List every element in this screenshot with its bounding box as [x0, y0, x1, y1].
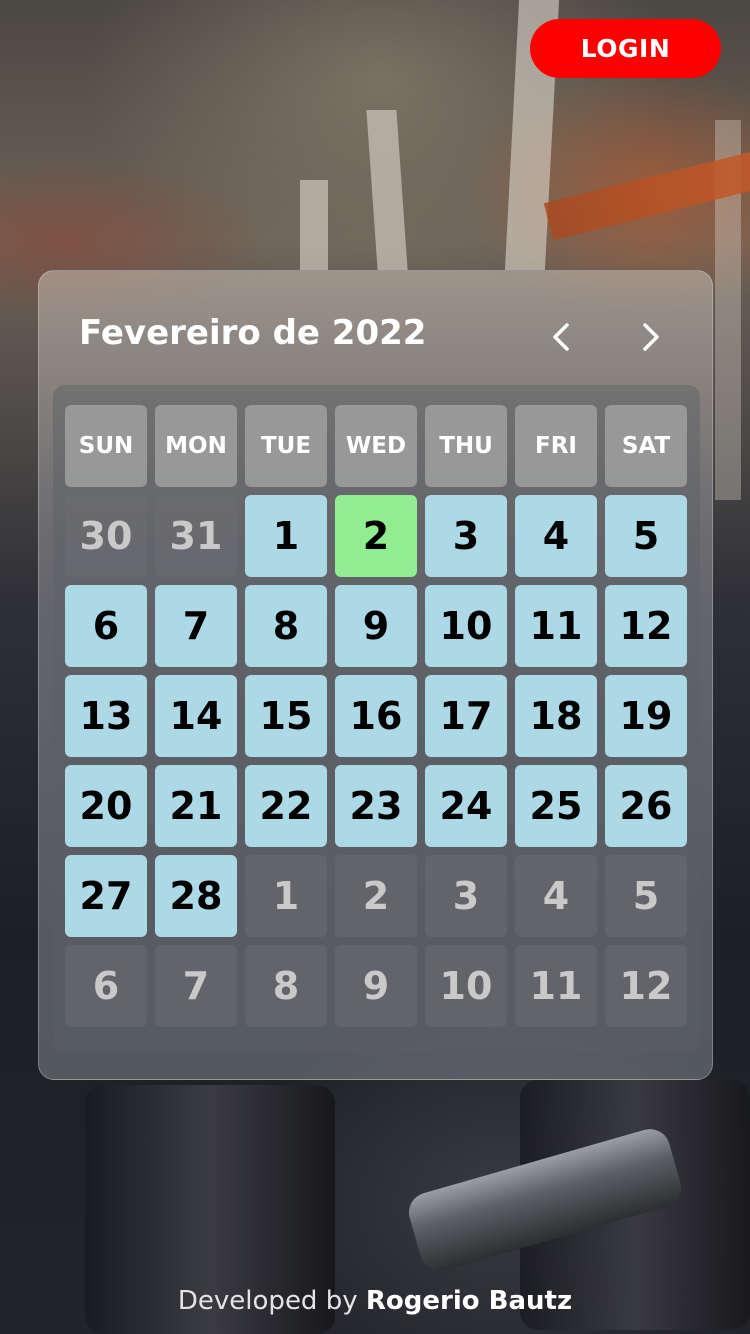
day-cell[interactable]: 23 [335, 765, 417, 847]
day-cell[interactable]: 17 [425, 675, 507, 757]
day-cell[interactable]: 13 [65, 675, 147, 757]
background-light-strip [300, 180, 328, 270]
weekday-header: TUE [245, 405, 327, 487]
weekday-header: SAT [605, 405, 687, 487]
day-cell-outside-month[interactable]: 31 [155, 495, 237, 577]
day-cell[interactable]: 3 [425, 495, 507, 577]
day-cell[interactable]: 4 [515, 495, 597, 577]
day-cell-outside-month[interactable]: 1 [245, 855, 327, 937]
next-month-button[interactable] [631, 315, 671, 359]
day-cell-outside-month[interactable]: 11 [515, 945, 597, 1027]
day-cell-outside-month[interactable]: 12 [605, 945, 687, 1027]
day-cell[interactable]: 14 [155, 675, 237, 757]
day-cell-outside-month[interactable]: 7 [155, 945, 237, 1027]
background-light-strip [366, 110, 408, 270]
day-cell[interactable]: 8 [245, 585, 327, 667]
chevron-right-icon [643, 323, 659, 351]
day-cell-outside-month[interactable]: 10 [425, 945, 507, 1027]
day-cell[interactable]: 16 [335, 675, 417, 757]
day-cell[interactable]: 28 [155, 855, 237, 937]
day-cell[interactable]: 10 [425, 585, 507, 667]
calendar-card: Fevereiro de 2022 SUN MON TUE WED THU FR… [38, 270, 713, 1080]
chevron-left-icon [553, 323, 569, 351]
day-cell-today[interactable]: 2 [335, 495, 417, 577]
day-cell-outside-month[interactable]: 8 [245, 945, 327, 1027]
day-cell[interactable]: 20 [65, 765, 147, 847]
day-cell[interactable]: 18 [515, 675, 597, 757]
day-cell[interactable]: 5 [605, 495, 687, 577]
day-cell-outside-month[interactable]: 30 [65, 495, 147, 577]
day-cell[interactable]: 19 [605, 675, 687, 757]
month-title: Fevereiro de 2022 [79, 313, 427, 353]
day-cell[interactable]: 1 [245, 495, 327, 577]
footer-prefix: Developed by [177, 1286, 358, 1316]
day-cell-outside-month[interactable]: 3 [425, 855, 507, 937]
day-cell[interactable]: 11 [515, 585, 597, 667]
day-cell[interactable]: 7 [155, 585, 237, 667]
weekday-header: MON [155, 405, 237, 487]
day-cell[interactable]: 12 [605, 585, 687, 667]
calendar-grid-panel: SUN MON TUE WED THU FRI SAT 30 31 1 2 3 4 5 6 7 8… [53, 385, 700, 1051]
day-cell[interactable]: 24 [425, 765, 507, 847]
day-cell-outside-month[interactable]: 2 [335, 855, 417, 937]
day-cell[interactable]: 26 [605, 765, 687, 847]
day-cell[interactable]: 15 [245, 675, 327, 757]
day-cell-outside-month[interactable]: 6 [65, 945, 147, 1027]
day-cell[interactable]: 6 [65, 585, 147, 667]
calendar-grid: SUN MON TUE WED THU FRI SAT 30 31 1 2 3 4 5 6 7 8… [65, 405, 687, 1027]
day-cell-outside-month[interactable]: 4 [515, 855, 597, 937]
login-button[interactable]: LOGIN [530, 19, 721, 78]
footer-author: Rogerio Bautz [365, 1286, 573, 1316]
footer-credit: Developed by Rogerio Bautz [0, 1286, 750, 1316]
weekday-header: THU [425, 405, 507, 487]
day-cell[interactable]: 25 [515, 765, 597, 847]
day-cell-outside-month[interactable]: 5 [605, 855, 687, 937]
day-cell[interactable]: 27 [65, 855, 147, 937]
day-cell[interactable]: 22 [245, 765, 327, 847]
day-cell[interactable]: 9 [335, 585, 417, 667]
weekday-header: FRI [515, 405, 597, 487]
weekday-header: WED [335, 405, 417, 487]
weekday-header: SUN [65, 405, 147, 487]
prev-month-button[interactable] [541, 315, 581, 359]
day-cell-outside-month[interactable]: 9 [335, 945, 417, 1027]
day-cell[interactable]: 21 [155, 765, 237, 847]
